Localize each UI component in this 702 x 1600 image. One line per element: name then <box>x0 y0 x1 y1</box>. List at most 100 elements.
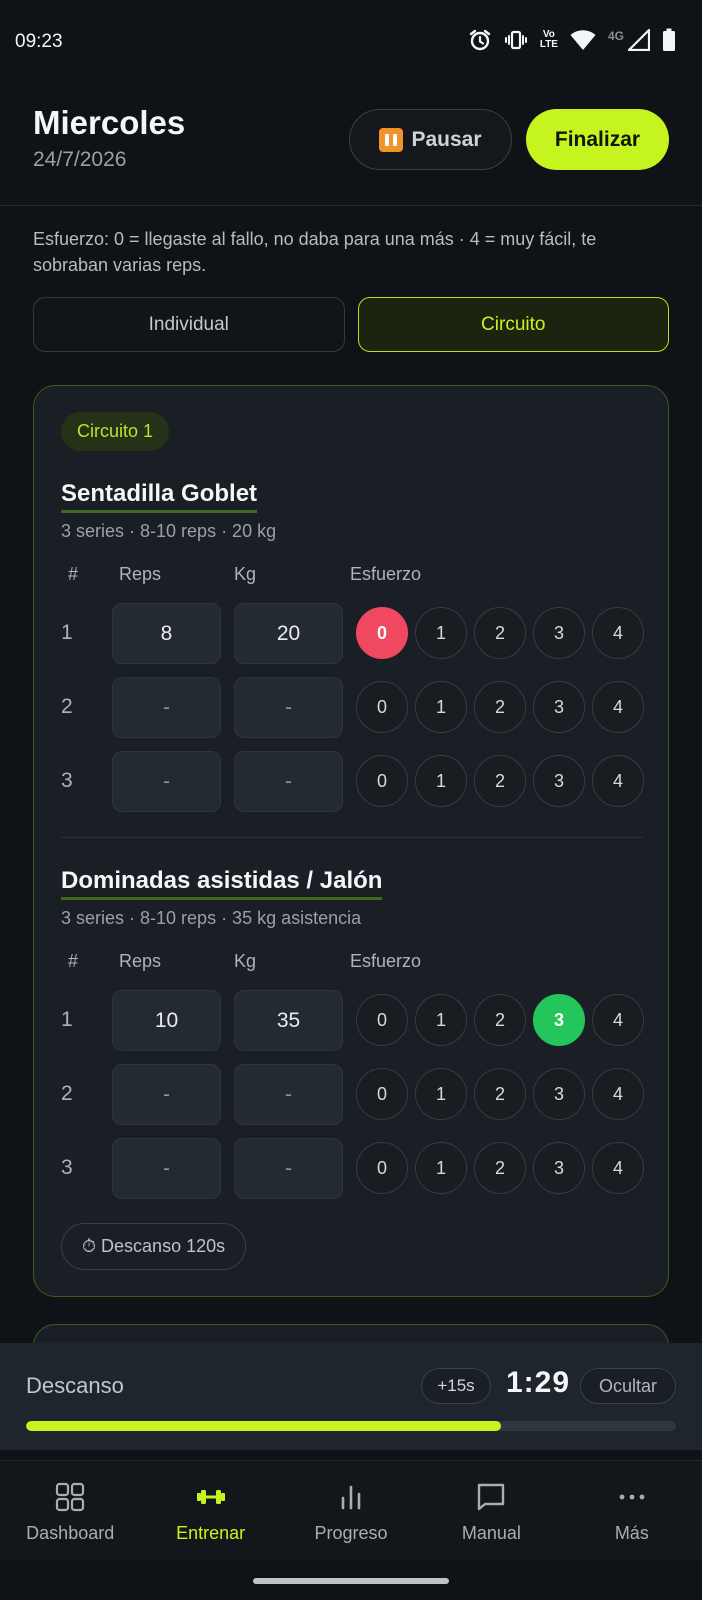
exercise-divider <box>61 837 643 838</box>
effort-option[interactable]: 0 <box>356 681 408 733</box>
effort-option[interactable]: 3 <box>533 994 585 1046</box>
effort-option[interactable]: 4 <box>592 1142 644 1194</box>
kg-input[interactable]: - <box>234 677 343 738</box>
rest-timer-panel: Descanso +15s 1:29 Ocultar <box>0 1343 702 1450</box>
bottom-nav: Dashboard Entrenar Progreso Manual Más <box>0 1460 702 1560</box>
sets-header: # Reps Kg Esfuerzo <box>61 564 643 590</box>
sets-list: 1 8 20 0 1 2 3 4 2 - - 0 1 2 3 4 3 - - 0… <box>61 603 644 812</box>
exercise-meta: 3 series · 8-10 reps · 20 kg <box>61 521 277 541</box>
effort-option[interactable]: 3 <box>533 607 585 659</box>
nav-label: Dashboard <box>26 1523 115 1543</box>
reps-input[interactable]: - <box>112 751 221 812</box>
workout-header: Miercoles 24/7/2026 Pausar Finalizar <box>0 88 702 206</box>
sets-list: 1 10 35 0 1 2 3 4 2 - - 0 1 2 3 4 3 - - … <box>61 990 644 1199</box>
nav-item-mas[interactable]: Más <box>562 1461 702 1560</box>
rest-duration-chip[interactable]: ⏱ Descanso 120s <box>61 1223 247 1270</box>
effort-hint: Esfuerzo: 0 = llegaste al fallo, no daba… <box>33 229 597 275</box>
effort-option[interactable]: 2 <box>474 1068 526 1120</box>
effort-option[interactable]: 2 <box>474 681 526 733</box>
effort-option[interactable]: 0 <box>356 755 408 807</box>
col-set: # <box>68 951 79 971</box>
dumbbell-icon <box>195 1479 227 1515</box>
set-number: 3 <box>61 1156 73 1179</box>
chat-square-icon <box>475 1479 507 1515</box>
kg-input[interactable]: 35 <box>234 990 343 1051</box>
nav-item-manual[interactable]: Manual <box>421 1461 561 1560</box>
effort-option[interactable]: 1 <box>415 607 467 659</box>
circuit-card: Circuito 1 Sentadilla Goblet 3 series · … <box>33 385 669 1297</box>
kg-input[interactable]: - <box>234 1064 343 1125</box>
finish-button[interactable]: Finalizar <box>526 109 669 170</box>
kg-input[interactable]: 20 <box>234 603 343 664</box>
col-kg: Kg <box>234 951 257 971</box>
reps-input[interactable]: - <box>112 677 221 738</box>
mode-individual-button[interactable]: Individual <box>33 297 345 352</box>
exercise-name[interactable]: Sentadilla Goblet <box>61 480 258 513</box>
nav-item-progreso[interactable]: Progreso <box>281 1461 421 1560</box>
exercise-block: Sentadilla Goblet 3 series · 8-10 reps ·… <box>61 480 644 812</box>
effort-option[interactable]: 3 <box>533 681 585 733</box>
effort-option[interactable]: 1 <box>415 994 467 1046</box>
effort-option[interactable]: 2 <box>474 607 526 659</box>
reps-input[interactable]: - <box>112 1064 221 1125</box>
effort-option[interactable]: 2 <box>474 1142 526 1194</box>
reps-input[interactable]: - <box>112 1138 221 1199</box>
exercise-name[interactable]: Dominadas asistidas / Jalón <box>61 867 383 900</box>
effort-option[interactable]: 0 <box>356 1068 408 1120</box>
effort-option[interactable]: 1 <box>415 755 467 807</box>
effort-option[interactable]: 4 <box>592 1068 644 1120</box>
workout-date: 24/7/2026 <box>33 148 127 171</box>
effort-option[interactable]: 4 <box>592 607 644 659</box>
rest-timer-label: Descanso <box>26 1373 124 1398</box>
exercise-meta: 3 series · 8-10 reps · 35 kg asistencia <box>61 908 362 928</box>
effort-option[interactable]: 4 <box>592 994 644 1046</box>
add-15s-button[interactable]: +15s <box>421 1368 491 1404</box>
pause-button[interactable]: Pausar <box>349 109 512 170</box>
effort-option[interactable]: 2 <box>474 994 526 1046</box>
effort-option[interactable]: 3 <box>533 755 585 807</box>
effort-option[interactable]: 1 <box>415 1142 467 1194</box>
effort-option[interactable]: 1 <box>415 681 467 733</box>
col-reps: Reps <box>119 564 162 584</box>
reps-input[interactable]: 10 <box>112 990 221 1051</box>
page-title: Miercoles <box>33 104 186 141</box>
mode-toggle: Individual Circuito <box>33 297 669 352</box>
dashboard-icon <box>54 1479 86 1515</box>
pause-button-label: Pausar <box>411 127 482 151</box>
effort-option[interactable]: 0 <box>356 994 408 1046</box>
effort-option[interactable]: 3 <box>533 1142 585 1194</box>
effort-option[interactable]: 0 <box>356 607 408 659</box>
reps-input[interactable]: 8 <box>112 603 221 664</box>
effort-option[interactable]: 2 <box>474 755 526 807</box>
effort-option[interactable]: 4 <box>592 681 644 733</box>
vibrate-icon <box>504 28 528 52</box>
kg-input[interactable]: - <box>234 1138 343 1199</box>
nav-item-dashboard[interactable]: Dashboard <box>0 1461 140 1560</box>
col-kg: Kg <box>234 564 257 584</box>
more-icon <box>616 1479 648 1515</box>
signal-icon <box>628 29 650 51</box>
alarm-icon <box>468 28 492 52</box>
bar-chart-icon <box>335 1479 367 1515</box>
nav-label: Más <box>614 1523 649 1543</box>
kg-input[interactable]: - <box>234 751 343 812</box>
hide-timer-button[interactable]: Ocultar <box>580 1368 676 1404</box>
set-number: 1 <box>61 621 73 644</box>
nav-item-entrenar[interactable]: Entrenar <box>140 1461 280 1560</box>
effort-option[interactable]: 3 <box>533 1068 585 1120</box>
effort-selector: 0 1 2 3 4 <box>356 994 644 1046</box>
effort-selector: 0 1 2 3 4 <box>356 755 644 807</box>
network-type-label: 4G <box>607 29 624 43</box>
effort-option[interactable]: 1 <box>415 1068 467 1120</box>
col-effort: Esfuerzo <box>350 564 422 584</box>
volte-label-bottom: LTE <box>539 39 558 50</box>
set-row: 2 - - 0 1 2 3 4 <box>61 677 644 738</box>
effort-selector: 0 1 2 3 4 <box>356 681 644 733</box>
nav-label: Manual <box>461 1523 521 1543</box>
effort-option[interactable]: 4 <box>592 755 644 807</box>
home-indicator[interactable] <box>253 1578 449 1584</box>
sets-header: # Reps Kg Esfuerzo <box>61 951 643 977</box>
rest-timer-countdown: 1:29 <box>506 1366 571 1399</box>
mode-circuit-button[interactable]: Circuito <box>357 297 669 352</box>
effort-option[interactable]: 0 <box>356 1142 408 1194</box>
